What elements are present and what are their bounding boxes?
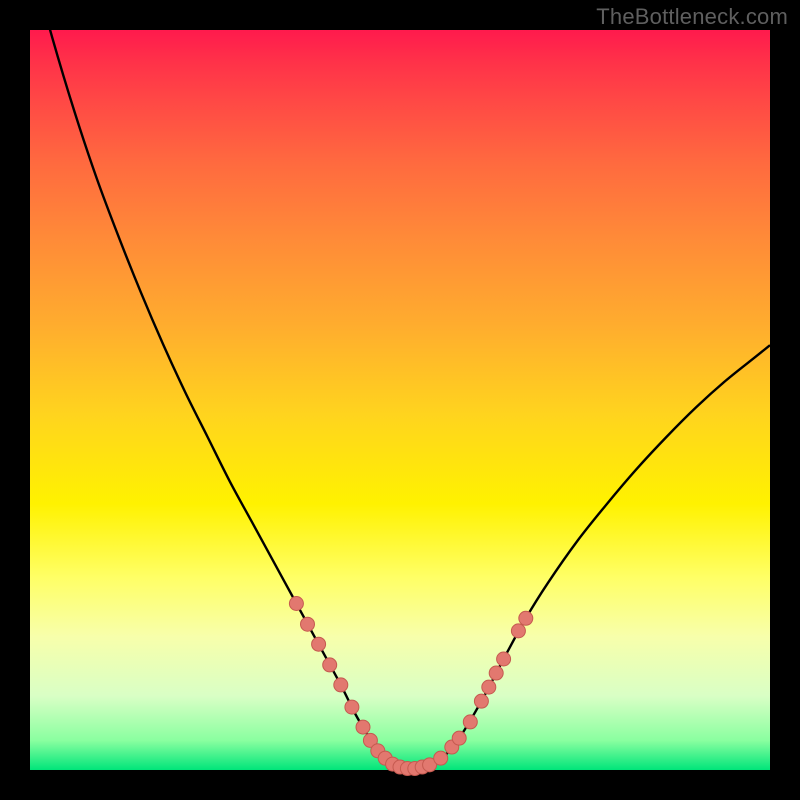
bottleneck-curve (30, 0, 770, 769)
curve-marker (334, 678, 348, 692)
curve-marker (312, 637, 326, 651)
curve-marker (345, 700, 359, 714)
curve-marker (434, 751, 448, 765)
curve-marker (489, 666, 503, 680)
curve-marker (356, 720, 370, 734)
curve-marker (323, 658, 337, 672)
curve-marker (474, 694, 488, 708)
chart-svg (30, 30, 770, 770)
curve-markers (289, 597, 532, 776)
curve-marker (511, 624, 525, 638)
curve-marker (289, 597, 303, 611)
curve-marker (497, 652, 511, 666)
curve-marker (463, 715, 477, 729)
curve-marker (452, 731, 466, 745)
curve-marker (301, 617, 315, 631)
curve-marker (519, 611, 533, 625)
attribution-watermark: TheBottleneck.com (596, 4, 788, 30)
curve-marker (482, 680, 496, 694)
